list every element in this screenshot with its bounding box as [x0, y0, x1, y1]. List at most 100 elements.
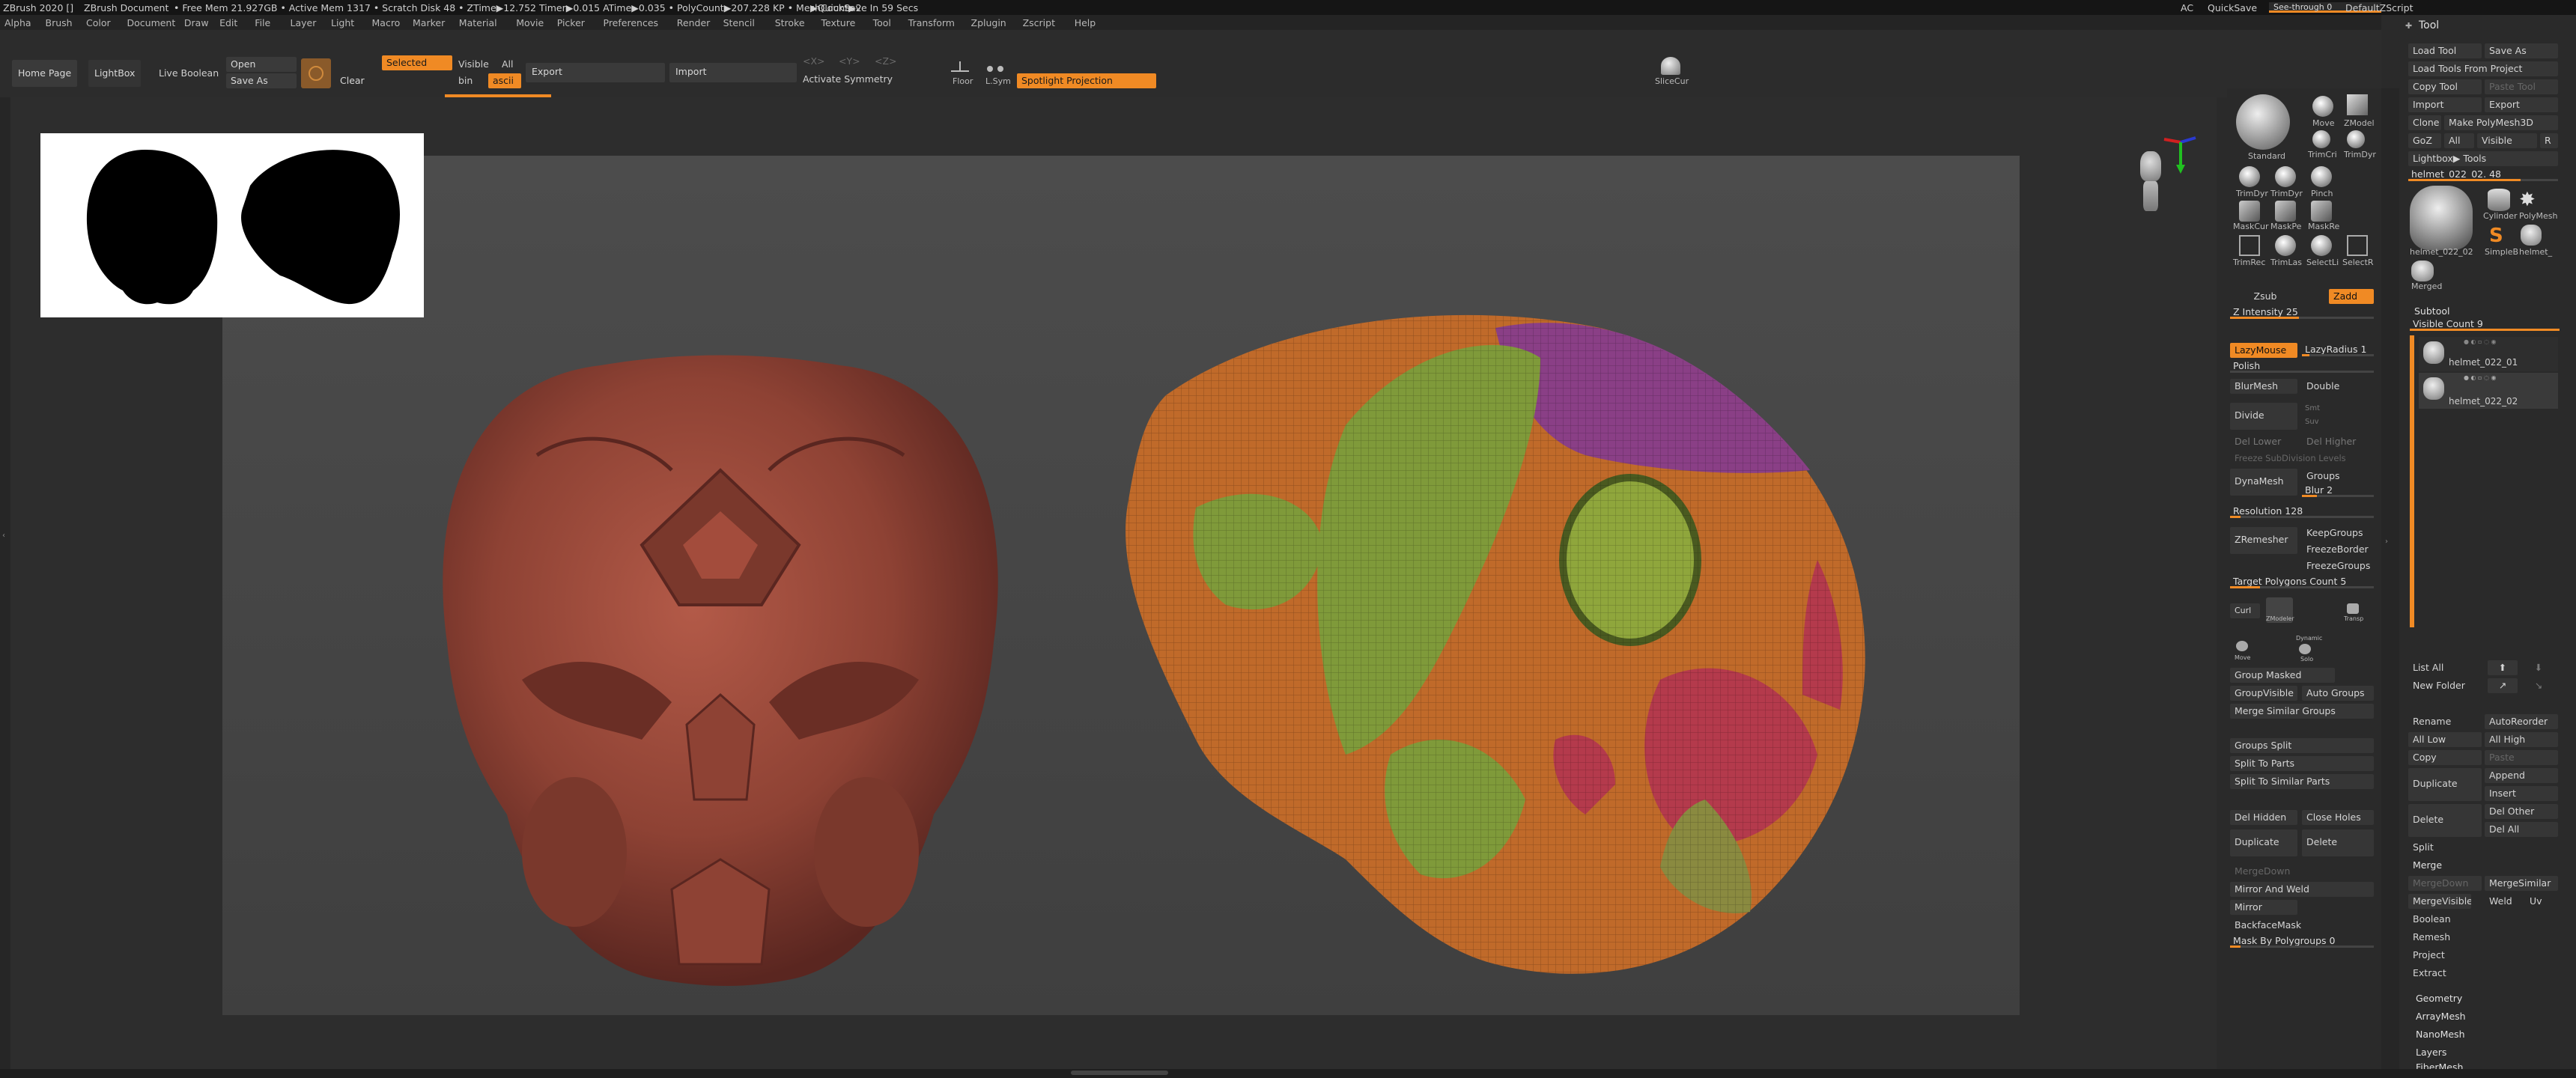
layers-section[interactable]: Layers: [2416, 1047, 2446, 1058]
subtool-2-eye-icon[interactable]: ● ◐ ▫ ◌ ◉: [2464, 374, 2554, 381]
clone-button[interactable]: Clone: [2408, 115, 2441, 130]
menu-zscript[interactable]: Zscript: [1023, 17, 1055, 28]
save-as-button[interactable]: Save As: [226, 73, 297, 88]
material-swatch[interactable]: [301, 58, 331, 88]
goz-r-button[interactable]: R: [2540, 133, 2558, 148]
mirror-button[interactable]: Mirror: [2230, 900, 2297, 915]
current-tool-slider[interactable]: helmet_022_02. 48: [2408, 169, 2558, 181]
tool-import-button[interactable]: Import: [2408, 97, 2482, 112]
left-tray[interactable]: ‹: [0, 97, 10, 1069]
home-page-button[interactable]: Home Page: [12, 60, 78, 87]
menu-color[interactable]: Color: [86, 17, 111, 28]
3d-viewport[interactable]: [222, 156, 2020, 1015]
solo-label[interactable]: Solo: [2300, 656, 2313, 663]
lightbox-tools-button[interactable]: Lightbox▶ Tools: [2408, 151, 2558, 166]
tool-save-as-button[interactable]: Save As: [2485, 43, 2558, 58]
del-other-button[interactable]: Del Other: [2485, 804, 2558, 819]
groups-toggle[interactable]: Groups: [2302, 469, 2374, 484]
trimdyr-brush-3-icon[interactable]: [2275, 166, 2296, 187]
bottom-tray[interactable]: [0, 1069, 2576, 1078]
subtool-scrollbar[interactable]: [2410, 335, 2414, 627]
goz-visible-button[interactable]: Visible: [2477, 133, 2537, 148]
floor-button[interactable]: Floor: [953, 76, 973, 86]
menu-light[interactable]: Light: [331, 17, 354, 28]
merge-similar-groups-button[interactable]: Merge Similar Groups: [2230, 704, 2374, 719]
make-polymesh3d-button[interactable]: Make PolyMesh3D: [2444, 115, 2558, 130]
polish-slider[interactable]: Polish: [2230, 361, 2374, 373]
palette-pin-icon[interactable]: ✚: [2405, 21, 2414, 31]
trimdynamic-brush-icon[interactable]: [2347, 130, 2365, 148]
zsub-button[interactable]: Zsub: [2230, 289, 2300, 304]
menu-render[interactable]: Render: [677, 17, 711, 28]
mergevisible-button[interactable]: MergeVisible: [2408, 894, 2471, 909]
default-zscript-button[interactable]: DefaultZScript: [2345, 2, 2414, 13]
menu-stencil[interactable]: Stencil: [723, 17, 755, 28]
menu-zplugin[interactable]: Zplugin: [971, 17, 1006, 28]
lazyradius-slider[interactable]: LazyRadius 1: [2302, 344, 2374, 356]
axis-gizmo[interactable]: [2157, 127, 2202, 180]
selected-button[interactable]: Selected: [382, 55, 452, 70]
bottom-tray-handle[interactable]: [1071, 1071, 1168, 1075]
mergedown-button[interactable]: MergeDown: [2230, 864, 2374, 879]
resolution-slider[interactable]: Resolution 128: [2230, 506, 2374, 518]
menu-texture[interactable]: Texture: [821, 17, 856, 28]
maskcurve-brush-icon[interactable]: [2239, 201, 2260, 222]
menu-transform[interactable]: Transform: [908, 17, 955, 28]
menu-preferences[interactable]: Preferences: [604, 17, 659, 28]
subtool-item-1[interactable]: ● ◐ ▫ ◌ ◉ helmet_022_01: [2419, 337, 2558, 371]
subtool-delete-button[interactable]: Delete: [2408, 804, 2482, 837]
split-to-parts-button[interactable]: Split To Parts: [2230, 756, 2374, 771]
activate-symmetry-button[interactable]: Activate Symmetry: [803, 73, 893, 85]
menu-marker[interactable]: Marker: [413, 17, 445, 28]
groups-split-button[interactable]: Groups Split: [2230, 738, 2374, 753]
move-down-arrow-icon[interactable]: ⬇: [2524, 660, 2554, 675]
autoreorder-button[interactable]: AutoReorder: [2485, 714, 2558, 729]
paste-tool-button[interactable]: Paste Tool: [2485, 79, 2558, 94]
transp-label[interactable]: Transp: [2344, 615, 2363, 622]
del-hidden-button[interactable]: Del Hidden: [2230, 810, 2297, 825]
freeze-subdivision-button[interactable]: Freeze SubDivision Levels: [2230, 451, 2374, 466]
menu-macro[interactable]: Macro: [372, 17, 401, 28]
suv-toggle[interactable]: Suv: [2302, 416, 2374, 428]
menu-help[interactable]: Help: [1075, 17, 1096, 28]
arraymesh-section[interactable]: ArrayMesh: [2416, 1011, 2466, 1022]
goz-all-button[interactable]: All: [2444, 133, 2474, 148]
split-similar-parts-button[interactable]: Split To Similar Parts: [2230, 774, 2374, 789]
merge-mergedown-button[interactable]: MergeDown: [2408, 876, 2482, 891]
backfacemask-toggle[interactable]: BackfaceMask: [2230, 918, 2374, 933]
blurmesh-button[interactable]: BlurMesh: [2230, 379, 2297, 394]
del-all-button[interactable]: Del All: [2485, 822, 2558, 837]
export-button[interactable]: Export: [526, 63, 665, 82]
split-section[interactable]: Split: [2408, 840, 2558, 855]
maskpen-brush-icon[interactable]: [2275, 201, 2296, 222]
menu-stroke[interactable]: Stroke: [775, 17, 805, 28]
lightbox-button[interactable]: LightBox: [88, 60, 142, 87]
ac-label[interactable]: AC: [2181, 2, 2193, 13]
mergesimilar-button[interactable]: MergeSimilar: [2485, 876, 2558, 891]
menu-draw[interactable]: Draw: [184, 17, 209, 28]
symmetry-x-button[interactable]: <X>: [803, 55, 825, 67]
menu-edit[interactable]: Edit: [219, 17, 237, 28]
trimrect-brush-icon[interactable]: [2239, 235, 2260, 256]
tool-export-button[interactable]: Export: [2485, 97, 2558, 112]
dynamesh-button[interactable]: DynaMesh: [2230, 469, 2297, 496]
move-brush-icon[interactable]: [2312, 96, 2333, 117]
merge-section[interactable]: Merge: [2408, 858, 2558, 873]
smt-toggle[interactable]: Smt: [2302, 403, 2374, 415]
rename-button[interactable]: Rename: [2408, 714, 2482, 729]
subtool-copy-button[interactable]: Copy: [2408, 750, 2482, 765]
zremesher-button[interactable]: ZRemesher: [2230, 527, 2297, 554]
helmet-tool-thumbnail[interactable]: [2410, 186, 2473, 250]
merged-tool-icon[interactable]: [2411, 261, 2434, 281]
goz-button[interactable]: GoZ: [2408, 133, 2441, 148]
subtool-duplicate-button[interactable]: Duplicate: [2408, 768, 2482, 801]
slicecur-button[interactable]: SliceCur: [1655, 76, 1689, 86]
trimlasso-brush-icon[interactable]: [2275, 235, 2296, 256]
weld-toggle[interactable]: Weld: [2485, 894, 2522, 909]
subtool-section-title[interactable]: Subtool: [2414, 305, 2449, 317]
dynamic-label[interactable]: Dynamic: [2296, 635, 2322, 642]
load-tool-button[interactable]: Load Tool: [2408, 43, 2482, 58]
menu-alpha[interactable]: Alpha: [4, 17, 31, 28]
symmetry-y-button[interactable]: <Y>: [839, 55, 860, 67]
del-lower-button[interactable]: Del Lower: [2230, 434, 2297, 449]
